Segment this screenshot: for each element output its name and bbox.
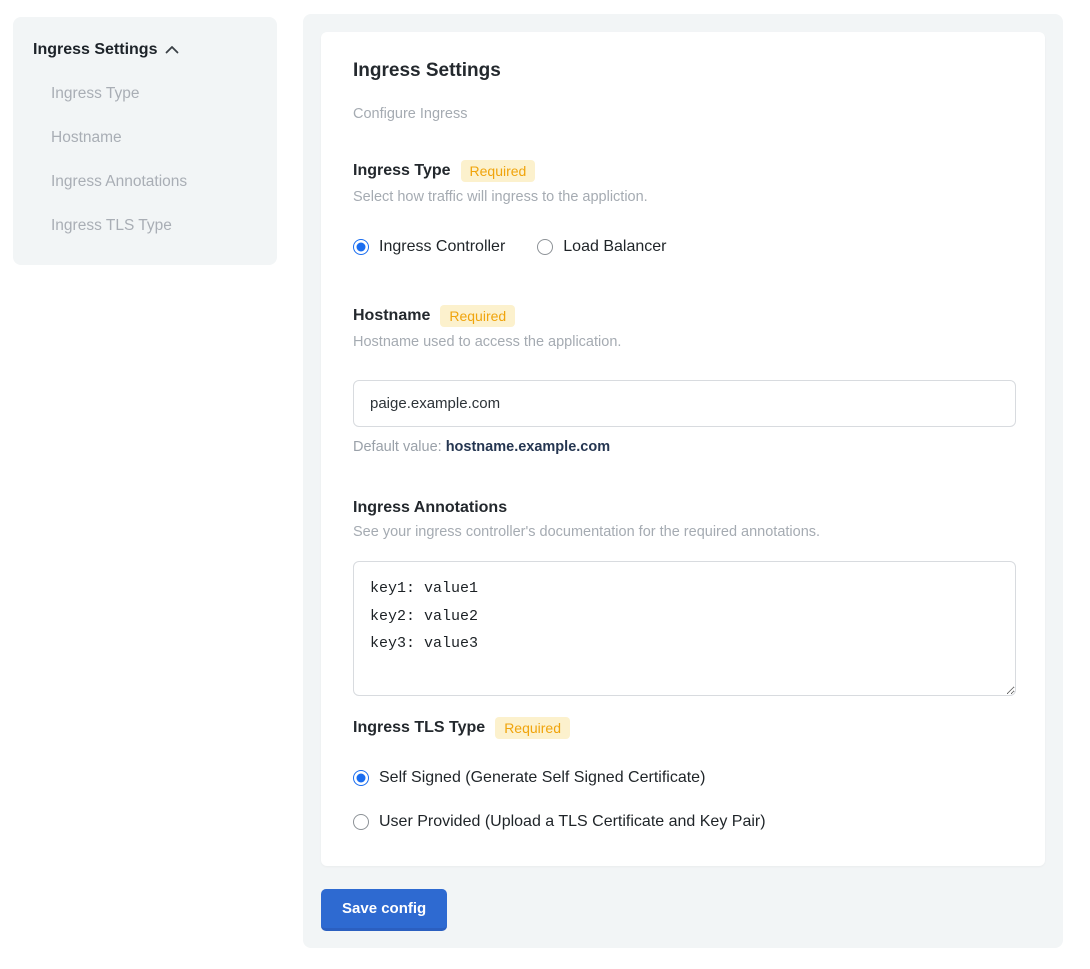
- ingress-tls-type-section: Ingress TLS Type Required Self Signed (G…: [353, 717, 1013, 831]
- ingress-settings-card: Ingress Settings Configure Ingress Ingre…: [321, 32, 1045, 866]
- radio-label: Self Signed (Generate Self Signed Certif…: [379, 769, 705, 787]
- hostname-help: Hostname used to access the application.: [353, 334, 1013, 350]
- chevron-up-icon: [165, 45, 179, 55]
- ingress-type-label: Ingress Type: [353, 162, 451, 180]
- ingress-annotations-label: Ingress Annotations: [353, 499, 507, 517]
- sidebar-item-ingress-type[interactable]: Ingress Type: [51, 85, 257, 103]
- page-title: Ingress Settings: [353, 60, 1013, 82]
- settings-sidebar: Ingress Settings Ingress Type Hostname I…: [13, 17, 277, 265]
- default-value-text: hostname.example.com: [446, 439, 610, 455]
- radio-option-self-signed[interactable]: Self Signed (Generate Self Signed Certif…: [353, 769, 1013, 787]
- sidebar-item-hostname[interactable]: Hostname: [51, 129, 257, 147]
- sidebar-item-ingress-tls-type[interactable]: Ingress TLS Type: [51, 217, 257, 235]
- radio-label: Ingress Controller: [379, 238, 505, 256]
- hostname-default-line: Default value: hostname.example.com: [353, 439, 1013, 455]
- hostname-input[interactable]: [353, 380, 1016, 427]
- ingress-tls-type-label: Ingress TLS Type: [353, 719, 485, 737]
- ingress-settings-panel: Ingress Settings Configure Ingress Ingre…: [303, 14, 1063, 948]
- ingress-type-radio-group: Ingress Controller Load Balancer: [353, 238, 1013, 256]
- hostname-label: Hostname: [353, 307, 430, 325]
- radio-load-balancer[interactable]: [537, 239, 553, 255]
- hostname-section: Hostname Required Hostname used to acces…: [353, 305, 1013, 455]
- required-badge: Required: [495, 717, 570, 739]
- sidebar-item-ingress-annotations[interactable]: Ingress Annotations: [51, 173, 257, 191]
- required-badge: Required: [461, 160, 536, 182]
- ingress-type-section: Ingress Type Required Select how traffic…: [353, 160, 1013, 256]
- radio-user-provided[interactable]: [353, 814, 369, 830]
- radio-option-user-provided[interactable]: User Provided (Upload a TLS Certificate …: [353, 813, 1013, 831]
- radio-label: Load Balancer: [563, 238, 666, 256]
- sidebar-section-title: Ingress Settings: [33, 41, 157, 59]
- save-config-button[interactable]: Save config: [321, 889, 447, 931]
- ingress-annotations-section: Ingress Annotations See your ingress con…: [353, 499, 1013, 696]
- radio-option-load-balancer[interactable]: Load Balancer: [537, 238, 666, 256]
- ingress-annotations-help: See your ingress controller's documentat…: [353, 524, 1013, 540]
- radio-option-ingress-controller[interactable]: Ingress Controller: [353, 238, 505, 256]
- sidebar-item-list: Ingress Type Hostname Ingress Annotation…: [33, 85, 257, 235]
- ingress-annotations-textarea[interactable]: key1: value1 key2: value2 key3: value3: [353, 561, 1016, 696]
- required-badge: Required: [440, 305, 515, 327]
- radio-label: User Provided (Upload a TLS Certificate …: [379, 813, 766, 831]
- default-value-prefix: Default value:: [353, 439, 442, 455]
- page-subtitle: Configure Ingress: [353, 106, 1013, 122]
- tls-radio-group: Self Signed (Generate Self Signed Certif…: [353, 769, 1013, 831]
- ingress-type-help: Select how traffic will ingress to the a…: [353, 189, 1013, 205]
- sidebar-section-toggle[interactable]: Ingress Settings: [33, 41, 257, 59]
- radio-self-signed[interactable]: [353, 770, 369, 786]
- radio-ingress-controller[interactable]: [353, 239, 369, 255]
